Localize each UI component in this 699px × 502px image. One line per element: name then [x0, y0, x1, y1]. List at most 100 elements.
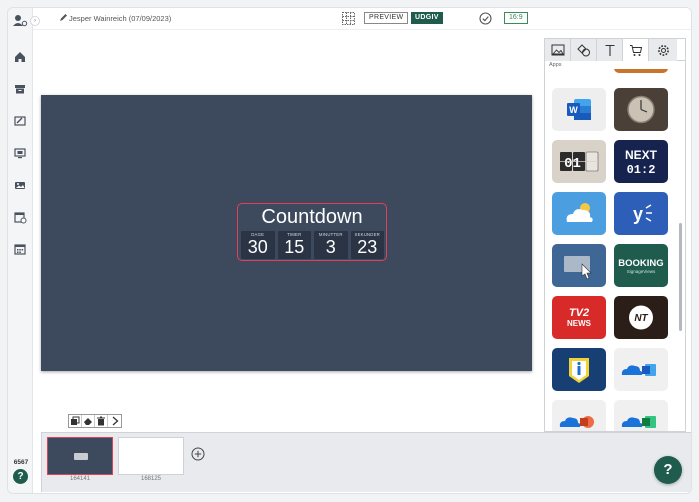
- app-tile-yammer[interactable]: y: [614, 192, 668, 235]
- section-label: Apps: [549, 62, 562, 68]
- top-bar: Jesper Wainreich (07/09/2023) PREVIEW UD…: [33, 8, 691, 30]
- svg-text:01: 01: [564, 156, 581, 172]
- eraser-icon: [84, 418, 92, 425]
- next-logo-icon: NEXT 01:2: [625, 148, 658, 177]
- calendar-icon[interactable]: [13, 242, 27, 256]
- flipclock-icon: 01: [560, 151, 599, 172]
- slide-strip: 164141 168125: [41, 432, 691, 492]
- trash-icon: [97, 416, 105, 426]
- app-tile-clock[interactable]: [614, 88, 668, 131]
- aspect-ratio-badge[interactable]: 16:9: [504, 12, 528, 24]
- slide-canvas[interactable]: Countdown DAGE 30 TIMER 15 MINUTTER 3 SE…: [41, 95, 532, 371]
- countdown-unit-seconds: SEKUNDER 23: [350, 231, 384, 259]
- app-tile-tv2-news[interactable]: TV2 NEWS: [552, 296, 606, 339]
- edit-slides-icon[interactable]: [13, 114, 27, 128]
- add-slide-icon[interactable]: [191, 447, 205, 461]
- cart-icon: [629, 44, 642, 56]
- countdown-widget[interactable]: Countdown DAGE 30 TIMER 15 MINUTTER 3 SE…: [237, 203, 387, 261]
- nt-logo-icon: NT: [629, 305, 653, 330]
- slide-toolbar: [68, 414, 122, 428]
- app-tile-touch[interactable]: [552, 244, 606, 287]
- app-tile-booking[interactable]: BOOKING SignageViews: [614, 244, 668, 287]
- touch-icon: [564, 256, 592, 280]
- slide-id-label: 168125: [140, 476, 162, 482]
- app-tile-onedrive-excel[interactable]: [614, 400, 668, 431]
- screens-icon[interactable]: [13, 146, 27, 160]
- delete-button[interactable]: [95, 415, 108, 427]
- preview-button[interactable]: PREVIEW: [364, 12, 409, 24]
- word-icon: W: [567, 99, 591, 120]
- app-window: 6567 ? › Jesper Wainreich (07/09/2023) P…: [7, 7, 692, 494]
- svg-text:NT: NT: [634, 313, 648, 324]
- onedrive-excel-icon: [621, 416, 656, 428]
- onedrive-powerpoint-icon: [559, 416, 594, 428]
- image-icon: [551, 44, 564, 56]
- app-tile-info[interactable]: [552, 348, 606, 391]
- countdown-unit-hours: TIMER 15: [277, 231, 311, 259]
- erase-button[interactable]: [82, 415, 95, 427]
- tab-text[interactable]: [597, 39, 623, 61]
- app-tile-onedrive-powerpoint[interactable]: [552, 400, 606, 431]
- countdown-unit-value: 30: [247, 237, 268, 257]
- tab-media[interactable]: [545, 39, 571, 61]
- countdown-unit-value: 3: [325, 237, 336, 257]
- slide-thumbnail[interactable]: [118, 437, 184, 475]
- schedule-icon[interactable]: [13, 210, 27, 224]
- help-icon[interactable]: ?: [13, 469, 28, 484]
- svg-text:01:2: 01:2: [627, 163, 656, 177]
- panel-tabs: [545, 39, 685, 61]
- tab-apps[interactable]: [623, 39, 649, 61]
- slide-id-label: 164141: [69, 476, 91, 482]
- media-icon[interactable]: [13, 178, 27, 192]
- app-tile-flipclock[interactable]: 01: [552, 140, 606, 183]
- app-grid: W 01 NEXT 01:2 y BOOKING SignageViews TV…: [545, 69, 677, 431]
- text-icon: [605, 44, 614, 56]
- countdown-unit-value: 23: [357, 237, 378, 257]
- author-info: Jesper Wainreich (07/09/2023): [69, 14, 172, 23]
- countdown-unit-days: DAGE 30: [241, 231, 275, 259]
- next-slide-button[interactable]: [108, 415, 121, 427]
- user-menu-icon[interactable]: [12, 14, 28, 28]
- check-circle-icon[interactable]: [479, 12, 492, 25]
- pencil-icon: [60, 14, 67, 21]
- duplicate-button[interactable]: [69, 415, 82, 427]
- home-icon[interactable]: [13, 50, 27, 64]
- app-tile-word[interactable]: W: [552, 88, 606, 131]
- countdown-title: Countdown: [261, 206, 363, 228]
- left-sidebar: 6567 ?: [8, 8, 33, 493]
- svg-text:W: W: [569, 105, 578, 115]
- svg-text:BOOKING: BOOKING: [618, 258, 663, 269]
- svg-text:SignageViews: SignageViews: [627, 269, 656, 274]
- shapes-icon: [576, 43, 590, 56]
- svg-text:NEXT: NEXT: [625, 148, 658, 162]
- slide-thumbnail[interactable]: [47, 437, 113, 475]
- countdown-unit-minutes: MINUTTER 3: [314, 231, 348, 259]
- chevron-right-icon: [112, 416, 118, 426]
- tab-shapes[interactable]: [571, 39, 597, 61]
- svg-text:NEWS: NEWS: [567, 319, 592, 328]
- publish-button[interactable]: UDGIV: [411, 12, 443, 24]
- collapse-sidebar-button[interactable]: ›: [30, 16, 40, 26]
- duplicate-icon: [71, 416, 80, 425]
- weather-icon: [566, 203, 593, 222]
- countdown-units: DAGE 30 TIMER 15 MINUTTER 3 SEKUNDER 23: [241, 231, 384, 259]
- app-tile-weather[interactable]: [552, 192, 606, 235]
- onedrive-word-icon: [621, 364, 656, 376]
- svg-text:TV2: TV2: [569, 307, 589, 319]
- app-tile-onedrive-word[interactable]: [614, 348, 668, 391]
- gear-icon: [657, 44, 669, 56]
- grid-icon[interactable]: [342, 12, 355, 25]
- svg-text:y: y: [633, 204, 643, 224]
- yammer-icon: y: [633, 204, 652, 224]
- panel-scrollbar-thumb[interactable]: [679, 223, 682, 331]
- help-button[interactable]: ?: [654, 456, 682, 484]
- app-tile-nt[interactable]: NT: [614, 296, 668, 339]
- clock-icon: [627, 95, 655, 124]
- archive-icon[interactable]: [13, 82, 27, 96]
- tab-settings[interactable]: [649, 39, 677, 61]
- user-id-label: 6567: [13, 459, 29, 466]
- app-tile-next[interactable]: NEXT 01:2: [614, 140, 668, 183]
- app-tile-partial[interactable]: [614, 69, 668, 73]
- right-panel: Apps W 01 NEXT 01:2 y BOOKING SignageVie…: [544, 38, 686, 432]
- info-app-icon: [569, 358, 589, 383]
